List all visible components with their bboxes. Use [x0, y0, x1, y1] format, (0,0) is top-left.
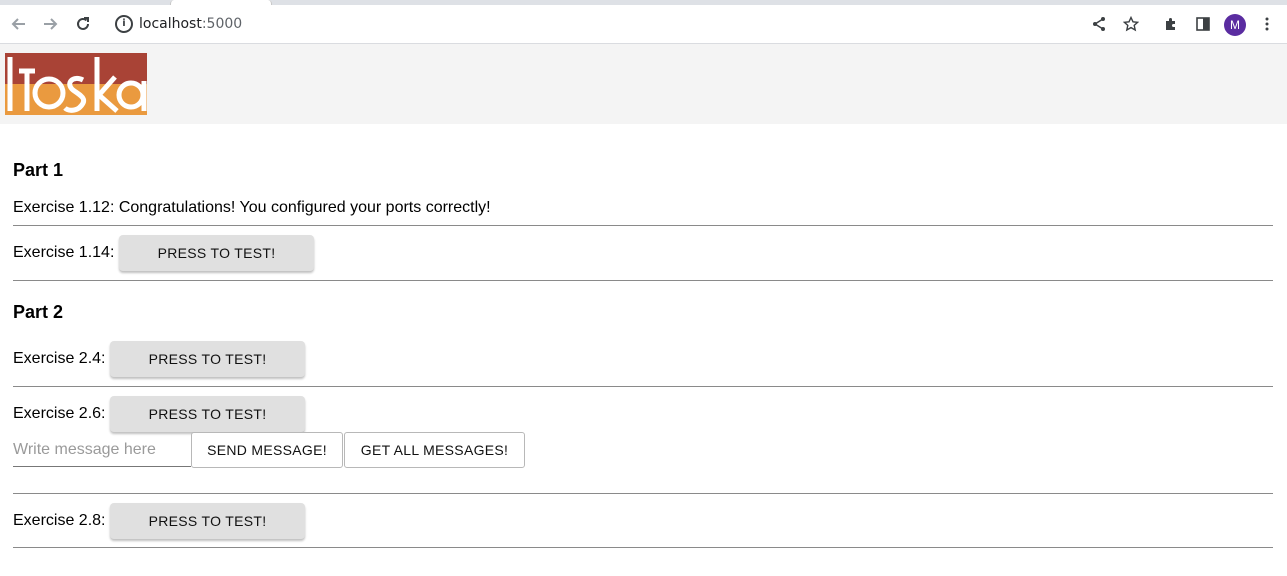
info-icon[interactable]: i [115, 15, 133, 33]
divider [13, 225, 1273, 226]
exercise-1-14-test-button[interactable]: PRESS TO TEST! [119, 235, 314, 271]
exercise-2-4-test-button[interactable]: PRESS TO TEST! [110, 341, 305, 377]
exercise-2-6-label: Exercise 2.6: [13, 405, 106, 422]
browser-toolbar: i localhost:5000 M [0, 5, 1287, 44]
divider [13, 547, 1273, 548]
part-2-title: Part 2 [13, 302, 64, 322]
url-text: localhost:5000 [139, 16, 243, 32]
divider [13, 280, 1273, 281]
message-input[interactable] [13, 433, 191, 467]
star-icon[interactable] [1116, 9, 1146, 39]
side-panel-icon[interactable] [1188, 9, 1218, 39]
site-header: toska [0, 44, 1287, 124]
puzzle-icon[interactable] [1156, 9, 1186, 39]
exercise-2-8-label: Exercise 2.8: [13, 512, 106, 529]
exercise-2-6-test-button[interactable]: PRESS TO TEST! [110, 396, 305, 432]
forward-arrow-icon[interactable] [35, 9, 65, 39]
share-icon[interactable] [1084, 9, 1114, 39]
profile-initial: M [1230, 18, 1240, 32]
toska-logo: toska [5, 53, 147, 115]
address-bar[interactable]: i localhost:5000 [105, 9, 1155, 39]
part-1-title: Part 1 [13, 160, 64, 180]
exercise-1-14-label: Exercise 1.14: [13, 244, 115, 261]
reload-icon[interactable] [68, 9, 98, 39]
divider [13, 493, 1273, 494]
exercise-2-4-label: Exercise 2.4: [13, 350, 106, 367]
back-arrow-icon[interactable] [4, 9, 34, 39]
exercise-2-8-test-button[interactable]: PRESS TO TEST! [110, 503, 305, 539]
profile-avatar[interactable]: M [1224, 14, 1246, 36]
kebab-menu-icon[interactable] [1252, 9, 1282, 39]
divider [13, 386, 1273, 387]
send-message-button[interactable]: SEND MESSAGE! [191, 432, 343, 468]
exercise-1-12-text: Exercise 1.12: Congratulations! You conf… [13, 199, 491, 216]
get-all-messages-button[interactable]: GET ALL MESSAGES! [344, 432, 525, 468]
